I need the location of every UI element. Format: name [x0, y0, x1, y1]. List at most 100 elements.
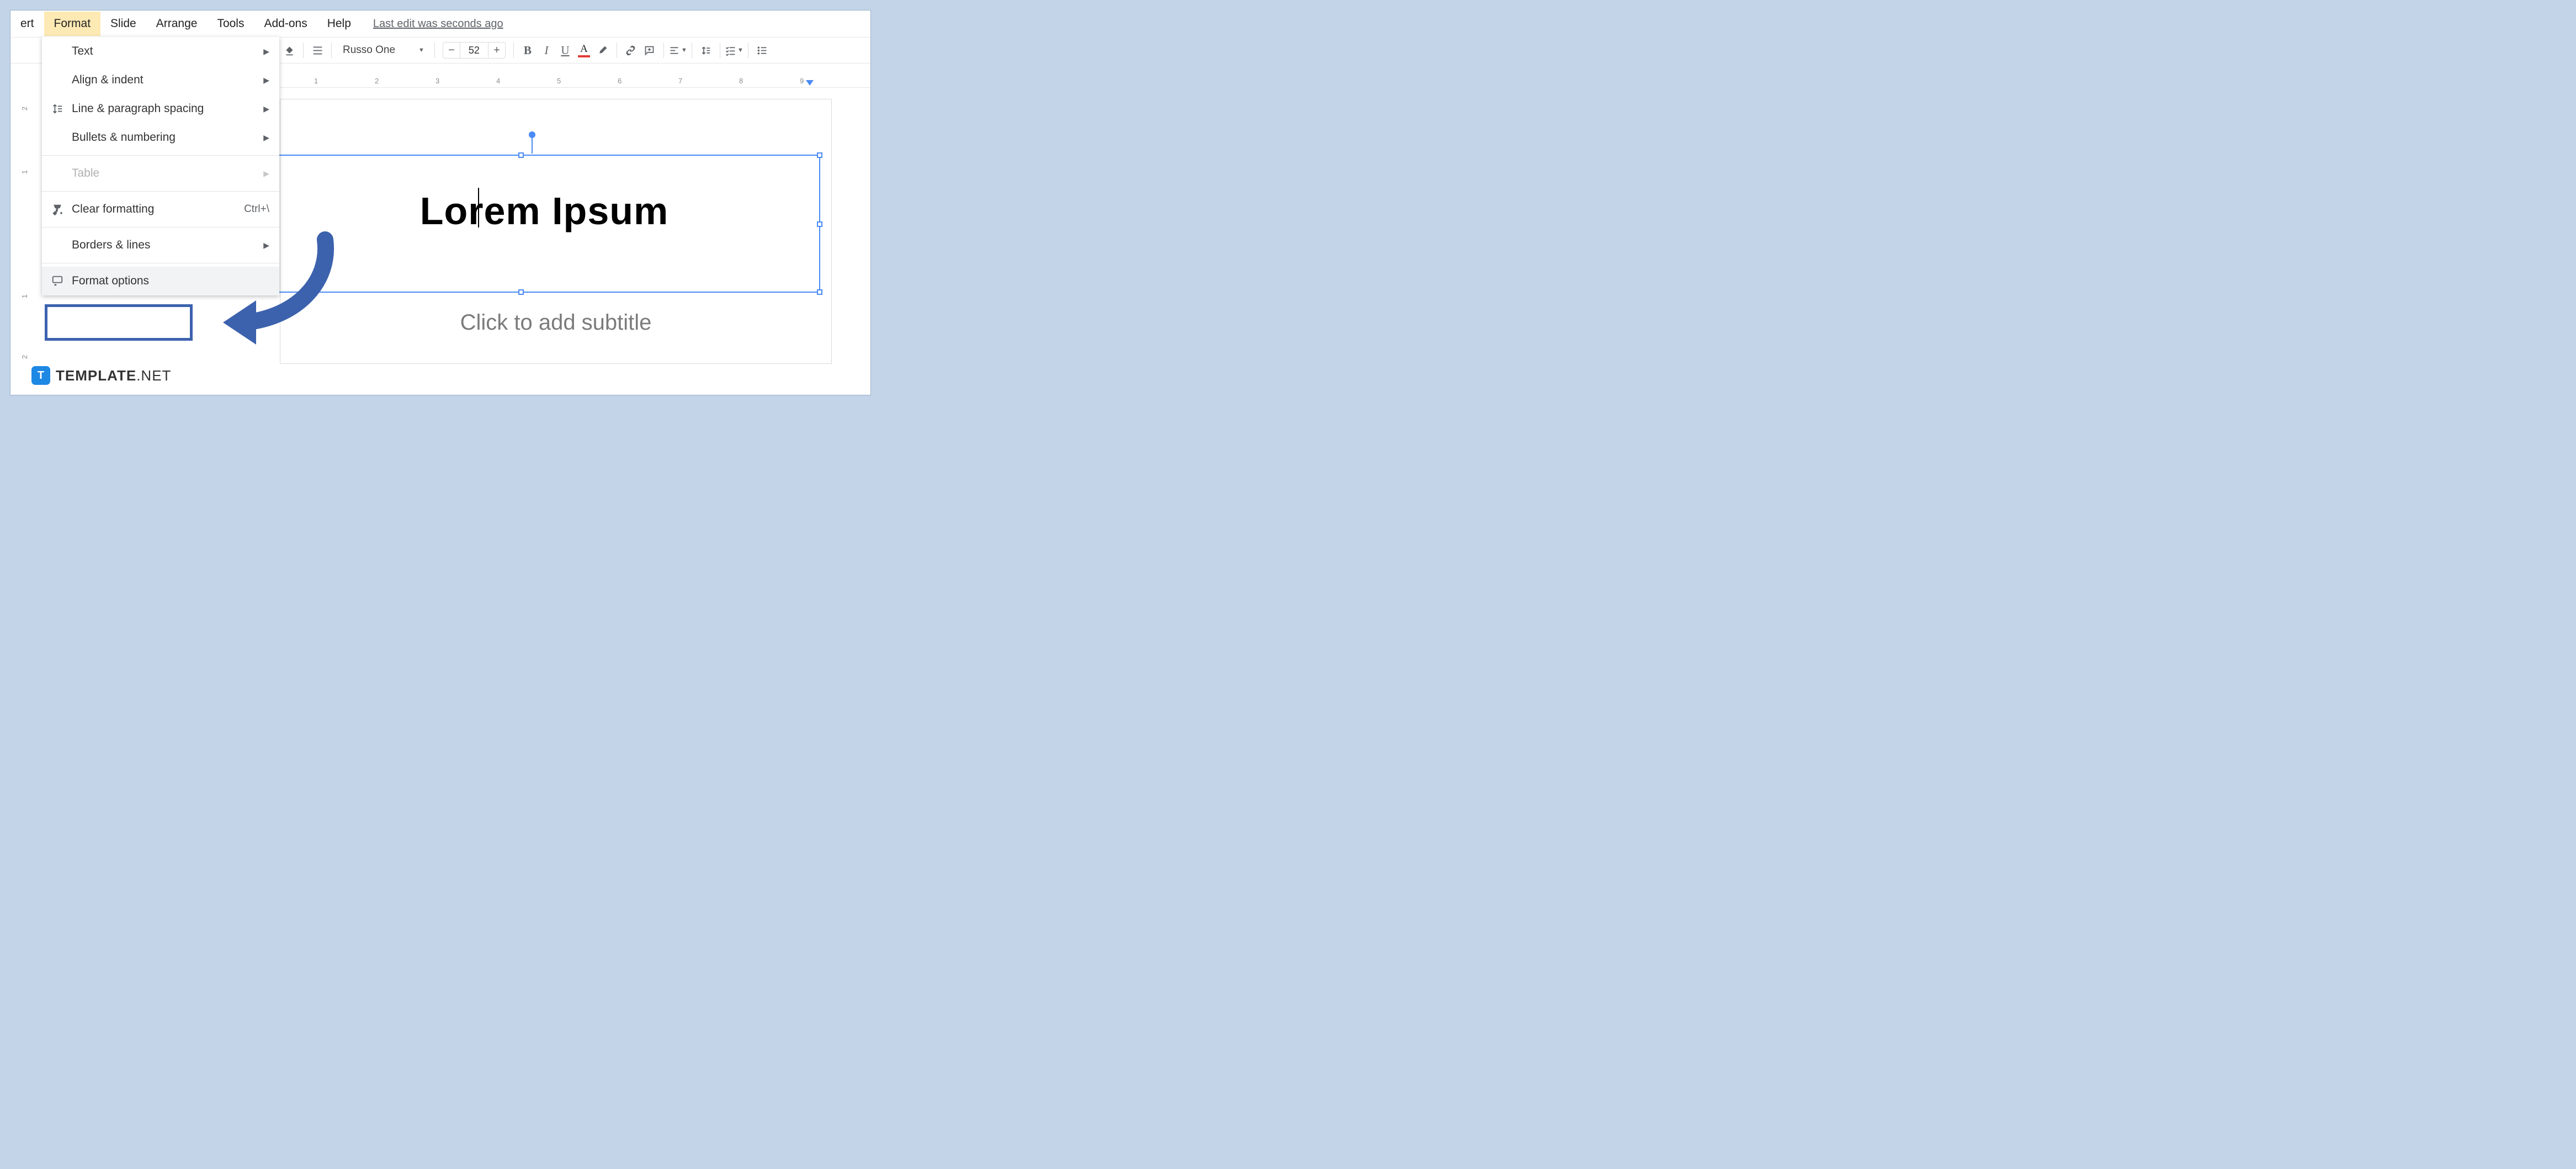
font-size-value[interactable]: 52: [460, 43, 488, 58]
last-edit-status[interactable]: Last edit was seconds ago: [361, 18, 503, 30]
ruler-number: 2: [375, 77, 379, 85]
resize-handle-n[interactable]: [518, 152, 524, 158]
submenu-arrow-icon: ▶: [263, 169, 269, 178]
menu-bullets-numbering[interactable]: Bullets & numbering ▶: [42, 123, 279, 152]
line-spacing-icon: [51, 102, 64, 115]
ruler-number: 1: [20, 170, 29, 174]
tutorial-highlight: [45, 304, 193, 341]
menu-format[interactable]: Format: [44, 12, 101, 36]
brand-badge-icon: T: [31, 366, 50, 385]
brand-light: .NET: [136, 367, 171, 384]
title-text[interactable]: Lorem Ipsum: [269, 189, 819, 233]
menu-separator: [42, 155, 279, 156]
ruler-number: 2: [20, 107, 29, 110]
font-family-select[interactable]: Russo One ▼: [336, 44, 430, 56]
rotation-connector: [532, 138, 533, 154]
insert-comment-button[interactable]: [640, 41, 659, 60]
brand-text: TEMPLATE.NET: [56, 367, 171, 384]
menu-label: Format options: [72, 274, 149, 288]
ruler-number: 1: [20, 294, 29, 298]
toolbar-separator: [331, 43, 332, 58]
submenu-arrow-icon: ▶: [263, 241, 269, 250]
menu-borders-lines[interactable]: Borders & lines ▶: [42, 231, 279, 260]
rotation-handle[interactable]: [529, 131, 535, 138]
menubar: ert Format Slide Arrange Tools Add-ons H…: [10, 10, 870, 37]
text-color-letter: A: [580, 44, 588, 54]
title-text-box[interactable]: Lorem Ipsum: [268, 155, 820, 293]
menu-separator: [42, 227, 279, 228]
submenu-arrow-icon: ▶: [263, 47, 269, 56]
menu-format-options[interactable]: Format options: [42, 267, 279, 295]
submenu-arrow-icon: ▶: [263, 133, 269, 142]
resize-handle-s[interactable]: [518, 289, 524, 295]
ruler-number: 2: [20, 355, 29, 359]
font-family-value: Russo One: [343, 44, 395, 56]
menu-label: Line & paragraph spacing: [72, 102, 204, 115]
format-options-icon: [51, 274, 64, 288]
font-size-decrease[interactable]: −: [443, 43, 460, 58]
subtitle-placeholder[interactable]: Click to add subtitle: [280, 310, 831, 335]
align-button[interactable]: ▼: [668, 41, 687, 60]
bulleted-list-button[interactable]: [753, 41, 772, 60]
format-dropdown: Text ▶ Align & indent ▶ Line & paragraph…: [42, 37, 279, 295]
menu-label: Table: [72, 167, 99, 180]
menu-text[interactable]: Text ▶: [42, 37, 279, 66]
menu-addons[interactable]: Add-ons: [254, 12, 317, 36]
menu-arrange[interactable]: Arrange: [146, 12, 208, 36]
chevron-down-icon: ▼: [681, 47, 687, 54]
submenu-arrow-icon: ▶: [263, 104, 269, 114]
resize-handle-ne[interactable]: [817, 152, 822, 158]
app-frame: ert Format Slide Arrange Tools Add-ons H…: [10, 10, 871, 395]
insert-link-button[interactable]: [622, 41, 640, 60]
menu-clear-formatting[interactable]: Clear formatting Ctrl+\: [42, 195, 279, 224]
vertical-ruler: 2 1 1 2: [20, 88, 36, 362]
menu-label: Bullets & numbering: [72, 131, 176, 144]
font-size-group: − 52 +: [443, 42, 506, 59]
menu-align-indent[interactable]: Align & indent ▶: [42, 66, 279, 94]
ruler-number: 1: [314, 77, 318, 85]
italic-button[interactable]: I: [537, 41, 556, 60]
menu-tools[interactable]: Tools: [207, 12, 254, 36]
menu-label: Clear formatting: [72, 203, 154, 216]
clear-format-icon: [51, 203, 64, 216]
font-size-increase[interactable]: +: [488, 43, 505, 58]
fill-color-button[interactable]: [280, 41, 299, 60]
highlight-color-button[interactable]: [593, 41, 612, 60]
ruler-number: 6: [618, 77, 622, 85]
ruler-indent-marker[interactable]: [806, 80, 814, 86]
text-color-button[interactable]: A: [575, 44, 593, 57]
horizontal-ruler: 1 2 3 4 5 6 7 8 9: [280, 72, 870, 88]
menu-table: Table ▶: [42, 159, 279, 188]
ruler-number: 3: [435, 77, 439, 85]
ruler-number: 4: [496, 77, 500, 85]
menu-separator: [42, 191, 279, 192]
ruler-number: 7: [678, 77, 682, 85]
underline-button[interactable]: U: [556, 41, 575, 60]
chevron-down-icon: ▼: [418, 47, 424, 54]
menu-insert-truncated[interactable]: ert: [10, 12, 44, 36]
footer-brand: T TEMPLATE.NET: [31, 366, 171, 385]
toolbar-separator: [303, 43, 304, 58]
toolbar-separator: [663, 43, 664, 58]
menu-slide[interactable]: Slide: [100, 12, 146, 36]
submenu-arrow-icon: ▶: [263, 76, 269, 85]
text-cursor: [478, 188, 479, 228]
chevron-down-icon: ▼: [737, 47, 743, 54]
menu-label: Text: [72, 45, 93, 58]
line-spacing-button[interactable]: [697, 41, 715, 60]
ruler-number: 8: [739, 77, 743, 85]
menu-line-spacing[interactable]: Line & paragraph spacing ▶: [42, 94, 279, 123]
menu-label: Borders & lines: [72, 239, 150, 252]
ruler-number: 5: [557, 77, 561, 85]
bold-button[interactable]: B: [518, 41, 537, 60]
border-segments-button[interactable]: [308, 41, 327, 60]
resize-handle-se[interactable]: [817, 289, 822, 295]
toolbar-separator: [434, 43, 435, 58]
checklist-button[interactable]: ▼: [725, 41, 743, 60]
menu-help[interactable]: Help: [317, 12, 361, 36]
menu-shortcut: Ctrl+\: [244, 203, 269, 215]
toolbar-separator: [513, 43, 514, 58]
slide-canvas[interactable]: Lorem Ipsum Click to add subtitle: [280, 99, 832, 364]
menu-label: Align & indent: [72, 73, 144, 87]
ruler-number: 9: [800, 77, 804, 85]
